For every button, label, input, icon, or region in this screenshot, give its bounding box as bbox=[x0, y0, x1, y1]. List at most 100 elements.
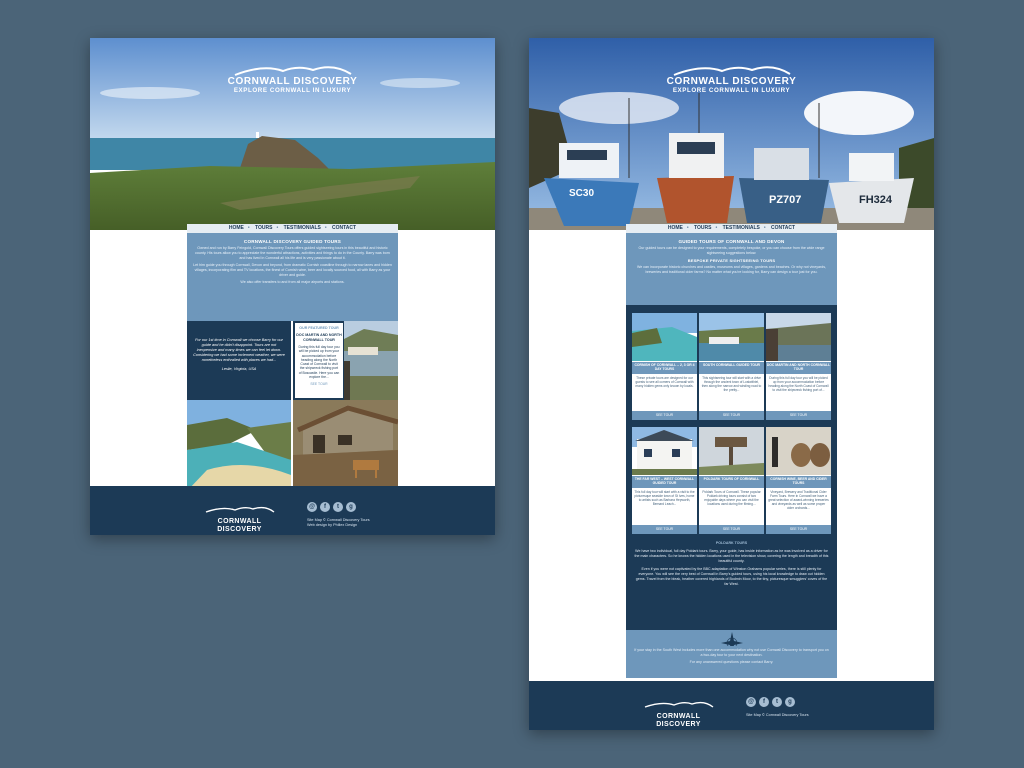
google-plus-icon[interactable]: g bbox=[346, 502, 356, 512]
tour-title: THE FAR WEST – WEST CORNWALL GUIDED TOUR bbox=[632, 476, 697, 488]
footer-logo-tagline: EXPLORE CORNWALL IN LUXURY bbox=[641, 729, 716, 730]
site-footer: CORNWALL DISCOVERY EXPLORE CORNWALL IN L… bbox=[90, 486, 495, 535]
tour-title: DOC MARTIN AND NORTH CORNWALL TOUR bbox=[766, 362, 831, 374]
site-logo[interactable]: CORNWALL DISCOVERY EXPLORE CORNWALL IN L… bbox=[529, 64, 934, 95]
featured-see-tour-link[interactable]: SEE TOUR bbox=[295, 382, 343, 386]
nav-contact[interactable]: CONTACT bbox=[771, 225, 795, 231]
hero-image-coastline: CORNWALL DISCOVERY EXPLORE CORNWALL IN L… bbox=[90, 38, 495, 230]
intro-paragraph: Let him guide you through Cornwall, Devo… bbox=[193, 263, 392, 277]
tours-grid: CORNISH OF CORNWALL – 2, 3 OR 4 DAY TOUR… bbox=[626, 305, 837, 630]
site-logo[interactable]: CORNWALL DISCOVERY EXPLORE CORNWALL IN L… bbox=[90, 64, 495, 95]
tour-card: THE FAR WEST – WEST CORNWALL GUIDED TOUR… bbox=[632, 427, 697, 534]
intro-title: CORNWALL DISCOVERY GUIDED TOURS bbox=[243, 239, 342, 244]
footer-sitemap-link[interactable]: Site Map bbox=[307, 518, 322, 522]
tour-text: Vineyard, Brewery and Traditional Cider … bbox=[768, 490, 829, 510]
featured-heading: OUR FEATURED TOUR bbox=[299, 326, 339, 330]
tour-card: POLDARK TOURS OF CORNWALL Poldark Tours … bbox=[699, 427, 764, 534]
footer-copyright: © Cornwall Discovery Tours bbox=[323, 518, 370, 522]
footer-logo[interactable]: CORNWALL DISCOVERY EXPLORE CORNWALL IN L… bbox=[202, 500, 277, 535]
facebook-icon[interactable]: f bbox=[320, 502, 330, 512]
tour-photo-pub bbox=[632, 427, 697, 475]
logo-hills-icon bbox=[644, 701, 713, 708]
see-tour-button[interactable]: SEE TOUR bbox=[699, 411, 764, 420]
bespoke-title: BESPOKE PRIVATE SIGHTSEEING TOURS bbox=[687, 258, 776, 263]
tour-text: This sightseeing tour will start with a … bbox=[701, 376, 762, 392]
featured-title: DOC MARTIN AND NORTH CORNWALL TOUR bbox=[296, 333, 342, 342]
tour-title: POLDARK TOURS OF CORNWALL bbox=[699, 476, 764, 488]
site-footer: CORNWALL DISCOVERY EXPLORE CORNWALL IN L… bbox=[529, 681, 934, 730]
footer-logo-name: CORNWALL DISCOVERY bbox=[217, 518, 262, 533]
featured-body: During this full day tour you will be pi… bbox=[298, 345, 340, 380]
intro-paragraph: Owned and run by Barry Feingold, Cornwal… bbox=[195, 246, 390, 260]
nav-contact[interactable]: CONTACT bbox=[332, 225, 356, 231]
harbour-photo bbox=[344, 321, 398, 400]
open-quote-icon: “ bbox=[191, 309, 200, 329]
footer-credit[interactable]: Web design by Phillex Design bbox=[307, 523, 357, 527]
see-tour-button[interactable]: SEE TOUR bbox=[632, 525, 697, 534]
testimonial-author: Leslie, Virginia, USA bbox=[221, 367, 257, 371]
email-icon[interactable]: @ bbox=[307, 502, 317, 512]
twitter-icon[interactable]: t bbox=[772, 697, 782, 707]
see-tour-button[interactable]: SEE TOUR bbox=[632, 411, 697, 420]
nav-tours[interactable]: TOURS bbox=[255, 225, 272, 231]
beach-photo bbox=[187, 400, 291, 491]
see-tour-button[interactable]: SEE TOUR bbox=[766, 525, 831, 534]
tour-card: SOUTH CORNWALL GUIDED TOUR This sightsee… bbox=[699, 313, 764, 420]
footer-logo[interactable]: CORNWALL DISCOVERY EXPLORE CORNWALL IN L… bbox=[641, 695, 716, 730]
footer-sitemap-link[interactable]: Site Map bbox=[746, 713, 761, 717]
see-tour-button[interactable]: SEE TOUR bbox=[699, 525, 764, 534]
intro-section: GUIDED TOURS OF CORNWALL AND DEVON Our g… bbox=[626, 233, 837, 305]
twitter-icon[interactable]: t bbox=[333, 502, 343, 512]
facebook-icon[interactable]: f bbox=[759, 697, 769, 707]
footer-logo-tagline: EXPLORE CORNWALL IN LUXURY bbox=[202, 534, 277, 535]
poldark-heading: POLDARK TOURS bbox=[715, 541, 748, 545]
intro-section: CORNWALL DISCOVERY GUIDED TOURS Owned an… bbox=[187, 233, 398, 321]
see-tour-button[interactable]: SEE TOUR bbox=[766, 411, 831, 420]
bespoke-paragraph: We can incorporate historic churches and… bbox=[636, 265, 827, 274]
tour-photo-mine-sign bbox=[699, 427, 764, 475]
nav-home[interactable]: HOME bbox=[229, 225, 244, 231]
footer-copyright: © Cornwall Discovery Tours bbox=[762, 713, 809, 717]
footer-legal: Site Map © Cornwall Discovery Tours bbox=[746, 713, 809, 718]
homepage-mockup: CORNWALL DISCOVERY EXPLORE CORNWALL IN L… bbox=[90, 38, 495, 535]
tour-photo-cellar bbox=[766, 427, 831, 475]
tour-photo-coast bbox=[632, 313, 697, 361]
nav-testimonials[interactable]: TESTIMONIALS bbox=[284, 225, 321, 231]
tour-card: CORNISH WINE, BEER AND CIDER TOURS Viney… bbox=[766, 427, 831, 534]
main-nav: HOME • TOURS • TESTIMONIALS • CONTACT bbox=[626, 224, 837, 233]
cottage-photo bbox=[293, 400, 399, 491]
testimonial-block: “ For our 1st time in Cornwall we choose… bbox=[187, 310, 291, 418]
social-links: @ f t g bbox=[746, 697, 795, 707]
closing-paragraph: If your stay in the South West includes … bbox=[634, 648, 829, 657]
logo-name: CORNWALL DISCOVERY bbox=[227, 76, 358, 87]
tour-title: CORNISH OF CORNWALL – 2, 3 OR 4 DAY TOUR… bbox=[632, 362, 697, 374]
tours-page-mockup: PZ707 FH324 SC30 CORNWALL DISCOVERY EXPL… bbox=[529, 38, 934, 730]
tour-text: This full day tour will start with a vis… bbox=[634, 490, 695, 506]
tour-title: SOUTH CORNWALL GUIDED TOUR bbox=[699, 362, 764, 374]
logo-hills-icon bbox=[205, 506, 274, 513]
nav-home[interactable]: HOME bbox=[668, 225, 683, 231]
email-icon[interactable]: @ bbox=[746, 697, 756, 707]
logo-name: CORNWALL DISCOVERY bbox=[666, 76, 797, 87]
poldark-paragraph: Even if you were not captivated by the B… bbox=[635, 567, 828, 586]
google-plus-icon[interactable]: g bbox=[785, 697, 795, 707]
logo-tagline: EXPLORE CORNWALL IN LUXURY bbox=[672, 87, 791, 94]
poldark-section: POLDARK TOURS We have two individual, fu… bbox=[626, 541, 837, 590]
nav-testimonials[interactable]: TESTIMONIALS bbox=[723, 225, 760, 231]
testimonial-text: For our 1st time in Cornwall we choose B… bbox=[193, 338, 285, 362]
tour-title: CORNISH WINE, BEER AND CIDER TOURS bbox=[766, 476, 831, 488]
boat-number-pz: PZ707 bbox=[769, 194, 801, 206]
intro-paragraph: Our guided tours can be designed to your… bbox=[638, 246, 825, 255]
tour-photo-harbour bbox=[699, 313, 764, 361]
logo-hills-icon bbox=[673, 66, 791, 76]
tour-card: CORNISH OF CORNWALL – 2, 3 OR 4 DAY TOUR… bbox=[632, 313, 697, 420]
tour-photo-port-isaac bbox=[766, 313, 831, 361]
logo-tagline: EXPLORE CORNWALL IN LUXURY bbox=[233, 87, 352, 94]
tour-text: Poldark Tours of Cornwall. These popular… bbox=[702, 490, 761, 506]
nav-tours[interactable]: TOURS bbox=[694, 225, 711, 231]
hero-image-fishing-boats: PZ707 FH324 SC30 CORNWALL DISCOVERY EXPL… bbox=[529, 38, 934, 230]
content-panel: HOME • TOURS • TESTIMONIALS • CONTACT GUIDE… bbox=[626, 224, 837, 678]
logo-hills-icon bbox=[234, 66, 352, 76]
contact-barry-link[interactable]: For any unanswered questions please cont… bbox=[634, 660, 829, 665]
poldark-paragraph: We have two individual, full day Poldark… bbox=[634, 549, 829, 563]
